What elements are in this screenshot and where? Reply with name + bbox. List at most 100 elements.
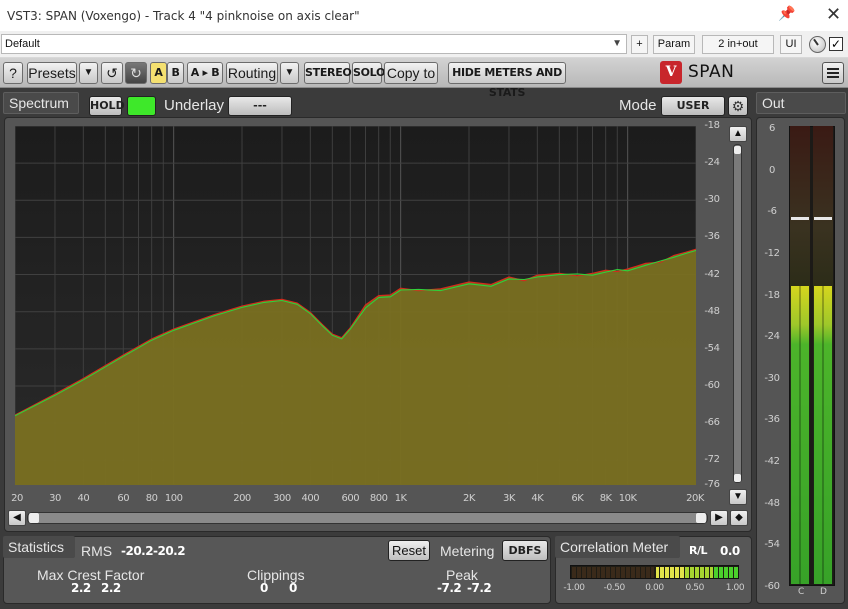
hold-button[interactable]: HOLD <box>89 96 125 116</box>
bypass-checkbox[interactable]: ✓ <box>829 37 843 51</box>
db-tick-label: -24 <box>704 157 720 169</box>
correlation-segment <box>576 567 581 578</box>
reset-zoom-icon[interactable]: ◆ <box>730 510 748 526</box>
frequency-tick-label: 20 <box>11 493 23 504</box>
ui-button[interactable]: UI <box>780 35 802 54</box>
frequency-tick-label: 6K <box>571 493 584 504</box>
crest-value-left: 2.2 <box>71 581 91 595</box>
host-preset-bar: Default ▼ + Param 2 in+out UI ✓ <box>0 31 848 58</box>
correlation-segment <box>616 567 621 578</box>
out-db-tick-label: -42 <box>764 456 780 468</box>
correlation-segment <box>626 567 630 578</box>
frequency-tick-label: 60 <box>117 493 130 504</box>
out-db-tick-label: -36 <box>764 414 780 426</box>
preset-value: Default <box>5 38 40 50</box>
solo-button[interactable]: SOLO <box>352 62 385 84</box>
frequency-tick-label: 2K <box>463 493 475 504</box>
correlation-segment <box>621 567 626 578</box>
frequency-tick-label: 4K <box>531 493 544 504</box>
presets-button[interactable]: Presets <box>27 62 77 84</box>
underlay-select[interactable]: --- <box>228 96 292 116</box>
metering-mode-select[interactable]: DBFS <box>502 540 548 561</box>
hamburger-menu-icon[interactable] <box>822 62 844 84</box>
routing-button[interactable]: Routing <box>226 62 278 84</box>
db-tick-label: -66 <box>704 417 720 429</box>
correlation-segment <box>675 567 680 578</box>
scroll-down-icon[interactable]: ▼ <box>729 489 747 505</box>
peak-value-right: -7.2 <box>467 581 492 595</box>
horizontal-scroll-track[interactable] <box>27 512 708 524</box>
frequency-tick-label: 3K <box>503 493 515 504</box>
add-preset-button[interactable]: + <box>631 35 648 54</box>
hide-meters-button[interactable]: HIDE METERS AND STATS <box>448 62 566 99</box>
vertical-scrollbar[interactable]: ▲ ▼ <box>729 126 747 507</box>
rl-label: R/L <box>689 544 708 557</box>
rms-value-right: -20.2 <box>153 544 186 558</box>
redo-icon[interactable]: ↻ <box>125 62 147 84</box>
correlation-bar <box>570 565 739 579</box>
io-config-button[interactable]: 2 in+out <box>702 35 774 54</box>
vertical-scroll-thumb-top[interactable] <box>734 146 741 154</box>
pin-icon[interactable]: 📌 <box>778 5 795 22</box>
correlation-segment <box>572 567 576 578</box>
out-db-tick-label: -12 <box>764 247 780 259</box>
stereo-button[interactable]: STEREO <box>304 62 352 84</box>
out-db-tick-label: -24 <box>764 331 780 343</box>
preset-dropdown[interactable]: Default ▼ <box>1 34 627 54</box>
horizontal-scroll-thumb-right[interactable] <box>696 513 706 523</box>
horizontal-scroll-thumb-left[interactable] <box>29 513 39 523</box>
undo-icon[interactable]: ↺ <box>101 62 123 84</box>
scroll-right-icon[interactable]: ▶ <box>710 510 728 526</box>
mode-label: Mode <box>619 97 657 114</box>
param-button[interactable]: Param <box>653 35 695 54</box>
vertical-scroll-thumb-bottom[interactable] <box>734 474 741 482</box>
help-button[interactable]: ? <box>3 62 23 84</box>
frequency-tick-label: 800 <box>369 493 388 504</box>
mode-select[interactable]: USER <box>661 96 725 116</box>
presets-chevron-down-icon[interactable]: ▼ <box>79 62 98 84</box>
vertical-scroll-track[interactable] <box>733 144 742 483</box>
out-db-tick-label: 6 <box>769 123 775 134</box>
db-tick-label: -54 <box>704 342 720 354</box>
rl-value: 0.0 <box>720 544 740 558</box>
wet-knob-icon[interactable] <box>809 36 826 53</box>
copy-a-to-b-button[interactable]: A ▸ B <box>187 62 223 84</box>
correlation-segment <box>611 567 616 578</box>
peak-value-left: -7.2 <box>437 581 462 595</box>
db-tick-label: -18 <box>704 120 720 131</box>
underlay-label: Underlay <box>164 97 225 114</box>
preset-b-button[interactable]: B <box>167 62 184 84</box>
correlation-segment <box>606 567 611 578</box>
spectrum-plot[interactable] <box>15 126 696 485</box>
routing-chevron-down-icon[interactable]: ▼ <box>280 62 299 84</box>
frequency-tick-label: 1K <box>394 493 407 504</box>
correlation-segment <box>670 567 675 578</box>
gear-icon[interactable]: ⚙ <box>728 96 748 116</box>
preset-a-button[interactable]: A <box>150 62 167 84</box>
hold-indicator[interactable] <box>127 96 156 116</box>
rms-value-left: -20.2 <box>121 544 154 558</box>
frequency-tick-label: 8K <box>599 493 612 504</box>
frequency-tick-label: 80 <box>145 493 158 504</box>
out-meter-level-bar <box>791 285 809 584</box>
reset-button[interactable]: Reset <box>388 540 430 561</box>
scroll-up-icon[interactable]: ▲ <box>729 126 747 142</box>
db-tick-label: -60 <box>704 379 720 391</box>
frequency-tick-label: 300 <box>273 493 291 504</box>
out-meter-channel-right <box>813 126 833 586</box>
db-tick-label: -48 <box>704 305 720 317</box>
clippings-value-left: 0 <box>260 581 268 595</box>
close-icon[interactable]: ✕ <box>826 4 841 25</box>
metering-label: Metering <box>440 543 495 559</box>
correlation-segment <box>704 567 709 578</box>
correlation-segment <box>655 567 660 578</box>
correlation-segment <box>684 567 689 578</box>
correlation-segment <box>581 567 586 578</box>
correlation-segment <box>694 567 699 578</box>
copy-to-button[interactable]: Copy to <box>384 62 438 84</box>
rms-label: RMS <box>81 543 113 559</box>
correlation-label: Correlation Meter <box>555 536 680 558</box>
statistics-label: Statistics <box>3 536 75 558</box>
channel-label-right: D <box>820 587 827 597</box>
scroll-left-icon[interactable]: ◀ <box>8 510 26 526</box>
